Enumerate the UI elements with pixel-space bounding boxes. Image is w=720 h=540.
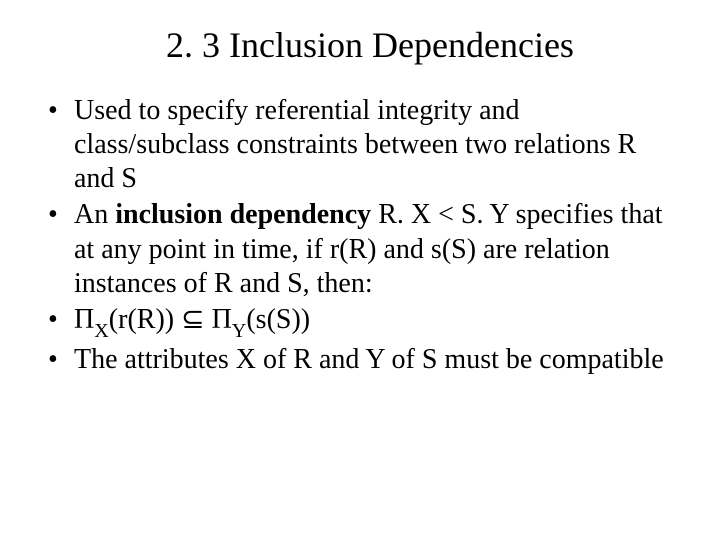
slide: 2. 3 Inclusion Dependencies Used to spec… (0, 0, 720, 540)
bullet-1-text: Used to specify referential integrity an… (74, 95, 636, 194)
pi-sub-x: X (94, 320, 109, 342)
subset-symbol: ⊆ (181, 304, 204, 335)
pi-sub-y: Y (232, 320, 247, 342)
bullet-2-pre: An (74, 199, 115, 230)
bullet-4-text: The attributes X of R and Y of S must be… (74, 344, 664, 375)
bullet-3: ΠX(r(R)) ⊆ ΠY(s(S)) (40, 303, 674, 341)
bullet-list: Used to specify referential integrity an… (36, 94, 684, 377)
pi-symbol-1: Π (74, 304, 94, 335)
bullet-3-space (205, 304, 212, 335)
bullet-3-mid1: (r(R)) (109, 304, 181, 335)
bullet-2: An inclusion dependency R. X < S. Y spec… (40, 198, 674, 300)
bullet-4: The attributes X of R and Y of S must be… (40, 343, 674, 377)
slide-title: 2. 3 Inclusion Dependencies (36, 24, 684, 66)
pi-symbol-2: Π (212, 304, 232, 335)
bullet-1: Used to specify referential integrity an… (40, 94, 674, 196)
bullet-3-mid2: (s(S)) (246, 304, 310, 335)
bullet-2-bold: inclusion dependency (115, 199, 371, 230)
